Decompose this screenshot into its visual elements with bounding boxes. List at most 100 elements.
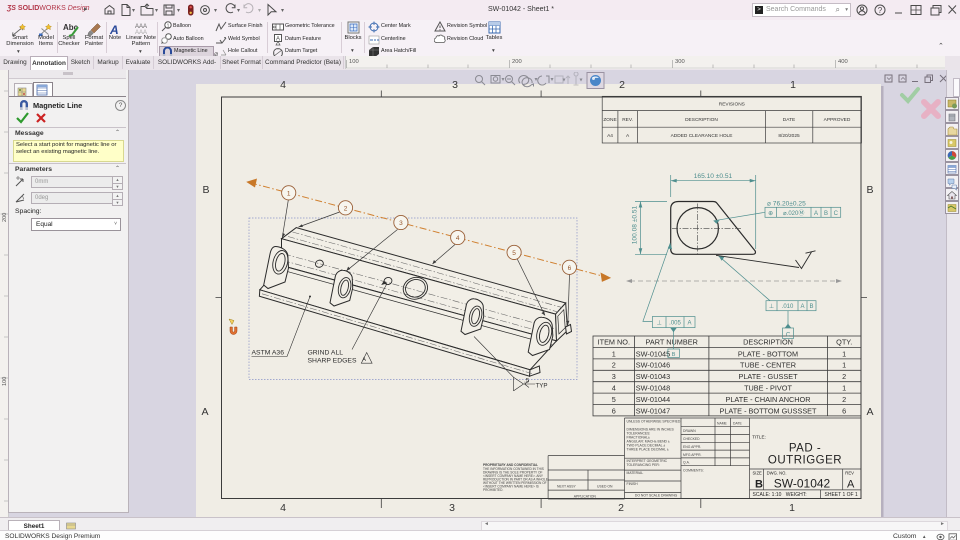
svg-text:⊥: ⊥ xyxy=(769,303,774,310)
svg-text:B: B xyxy=(672,352,676,358)
svg-text:3: 3 xyxy=(452,79,458,91)
svg-text:PROHIBITED.: PROHIBITED. xyxy=(483,488,503,492)
svg-text:A: A xyxy=(201,406,208,418)
svg-text:8/20/2025: 8/20/2025 xyxy=(778,133,800,139)
svg-text:2: 2 xyxy=(842,372,846,381)
svg-text:SW-01047: SW-01047 xyxy=(636,406,670,415)
svg-text:6: 6 xyxy=(568,265,572,272)
svg-text:B: B xyxy=(824,211,828,217)
svg-text:1: 1 xyxy=(789,502,795,514)
svg-text:B: B xyxy=(809,304,813,310)
svg-text:2: 2 xyxy=(618,502,624,514)
svg-text:SHEET 1 OF 1: SHEET 1 OF 1 xyxy=(825,492,858,498)
svg-text:GRIND ALL: GRIND ALL xyxy=(308,350,344,357)
svg-text:REV: REV xyxy=(845,470,854,475)
svg-text:SCALE: 1:10: SCALE: 1:10 xyxy=(753,492,782,498)
svg-text:A: A xyxy=(847,479,855,491)
svg-text:SW-01048: SW-01048 xyxy=(636,384,670,393)
svg-text:SW-01042: SW-01042 xyxy=(774,477,831,491)
svg-text:1: 1 xyxy=(167,23,170,29)
svg-text:3: 3 xyxy=(449,502,455,514)
svg-text:100: 100 xyxy=(349,59,359,65)
svg-text:4: 4 xyxy=(280,502,286,514)
svg-text:165.10 ±0.51: 165.10 ±0.51 xyxy=(694,173,733,180)
svg-text:.005: .005 xyxy=(669,321,681,327)
svg-text:▾: ▾ xyxy=(580,78,583,84)
svg-text:?: ? xyxy=(878,6,883,15)
svg-text:COMMENTS:: COMMENTS: xyxy=(683,468,704,472)
svg-text:A: A xyxy=(800,304,804,310)
svg-text:MFG APPR.: MFG APPR. xyxy=(683,453,702,457)
svg-text:3: 3 xyxy=(399,220,403,227)
svg-text:ZONE: ZONE xyxy=(603,117,616,123)
svg-text:ADDED CLEARANCE HOLE: ADDED CLEARANCE HOLE xyxy=(671,133,733,139)
svg-text:APPROVED: APPROVED xyxy=(824,117,851,123)
svg-text:C: C xyxy=(786,332,791,338)
svg-text:A: A xyxy=(362,357,366,363)
svg-text:⊥: ⊥ xyxy=(657,320,662,327)
svg-text:OUTRIGGER: OUTRIGGER xyxy=(768,455,842,467)
svg-text:SHARP EDGES: SHARP EDGES xyxy=(308,358,357,365)
svg-text:TITLE:: TITLE: xyxy=(752,435,766,440)
svg-text:B: B xyxy=(202,184,209,196)
svg-text:A4: A4 xyxy=(607,133,613,139)
svg-text:SW-01044: SW-01044 xyxy=(636,395,670,404)
svg-text:UNLESS OTHERWISE SPECIFIED:: UNLESS OTHERWISE SPECIFIED: xyxy=(627,420,682,424)
svg-text:ENG APPR.: ENG APPR. xyxy=(683,445,701,449)
svg-text:1: 1 xyxy=(612,349,616,358)
svg-text:▾: ▾ xyxy=(551,77,554,83)
svg-text:SIZE: SIZE xyxy=(753,470,763,475)
svg-text:6: 6 xyxy=(612,406,616,415)
svg-text:QTY.: QTY. xyxy=(836,338,852,347)
svg-text:B: B xyxy=(755,479,763,491)
svg-text:CHECKED: CHECKED xyxy=(683,437,700,441)
svg-text:WEIGHT:: WEIGHT: xyxy=(786,492,807,498)
svg-text:B: B xyxy=(866,184,873,196)
svg-text:TYP: TYP xyxy=(536,383,548,390)
svg-text:DO NOT SCALE DRAWING: DO NOT SCALE DRAWING xyxy=(635,494,678,498)
svg-text:⌀ 76.20±0.25: ⌀ 76.20±0.25 xyxy=(767,200,806,207)
svg-text:Q.A.: Q.A. xyxy=(683,461,690,465)
svg-text:A: A xyxy=(866,406,873,418)
svg-text:ASTM A36: ASTM A36 xyxy=(252,350,285,357)
svg-text:A: A xyxy=(687,321,691,327)
svg-text:DATE: DATE xyxy=(733,422,743,426)
svg-text:DESCRIPTION: DESCRIPTION xyxy=(685,117,718,123)
svg-text:C: C xyxy=(834,211,839,217)
svg-text:TOLERANCING PER:: TOLERANCING PER: xyxy=(627,463,660,467)
svg-text:4: 4 xyxy=(612,384,616,393)
svg-text:4: 4 xyxy=(456,235,460,242)
svg-text:REV.: REV. xyxy=(622,117,633,123)
svg-text:PLATE - CHAIN ANCHOR: PLATE - CHAIN ANCHOR xyxy=(725,395,810,404)
svg-text:▾: ▾ xyxy=(502,77,505,83)
svg-text:NEXT ASSY: NEXT ASSY xyxy=(557,485,577,489)
svg-text:DESCRIPTION: DESCRIPTION xyxy=(743,338,793,347)
svg-text:2: 2 xyxy=(344,205,348,212)
svg-text:4: 4 xyxy=(280,79,286,91)
svg-text:A: A xyxy=(814,211,818,217)
svg-text:⊕: ⊕ xyxy=(768,211,773,217)
svg-text:DWG. NO.: DWG. NO. xyxy=(767,470,787,475)
svg-text:1: 1 xyxy=(842,349,846,358)
svg-text:⌀.020Ⓜ: ⌀.020Ⓜ xyxy=(783,209,804,217)
svg-text:PLATE - BOTTOM: PLATE - BOTTOM xyxy=(738,349,798,358)
svg-text:SW-01045: SW-01045 xyxy=(636,349,670,358)
svg-text:TUBE - PIVOT: TUBE - PIVOT xyxy=(744,384,792,393)
svg-text:5: 5 xyxy=(512,250,516,257)
svg-text:5: 5 xyxy=(612,395,616,404)
svg-text:PLATE - GUSSET: PLATE - GUSSET xyxy=(738,372,798,381)
svg-text:SW-01043: SW-01043 xyxy=(636,372,670,381)
svg-text:100.08 ±0.51: 100.08 ±0.51 xyxy=(632,205,639,244)
svg-text:6: 6 xyxy=(842,406,846,415)
svg-text:▾: ▾ xyxy=(535,77,538,83)
svg-text:PART NUMBER: PART NUMBER xyxy=(646,338,698,347)
svg-text:DATE: DATE xyxy=(783,117,795,123)
svg-text:1: 1 xyxy=(790,79,796,91)
svg-text:2: 2 xyxy=(842,395,846,404)
svg-text:3: 3 xyxy=(612,372,616,381)
svg-text:REVISIONS: REVISIONS xyxy=(719,102,745,108)
svg-text:1: 1 xyxy=(842,361,846,370)
svg-text:1: 1 xyxy=(842,384,846,393)
svg-text:USED ON: USED ON xyxy=(597,485,613,489)
svg-text:SW-01046: SW-01046 xyxy=(636,361,670,370)
